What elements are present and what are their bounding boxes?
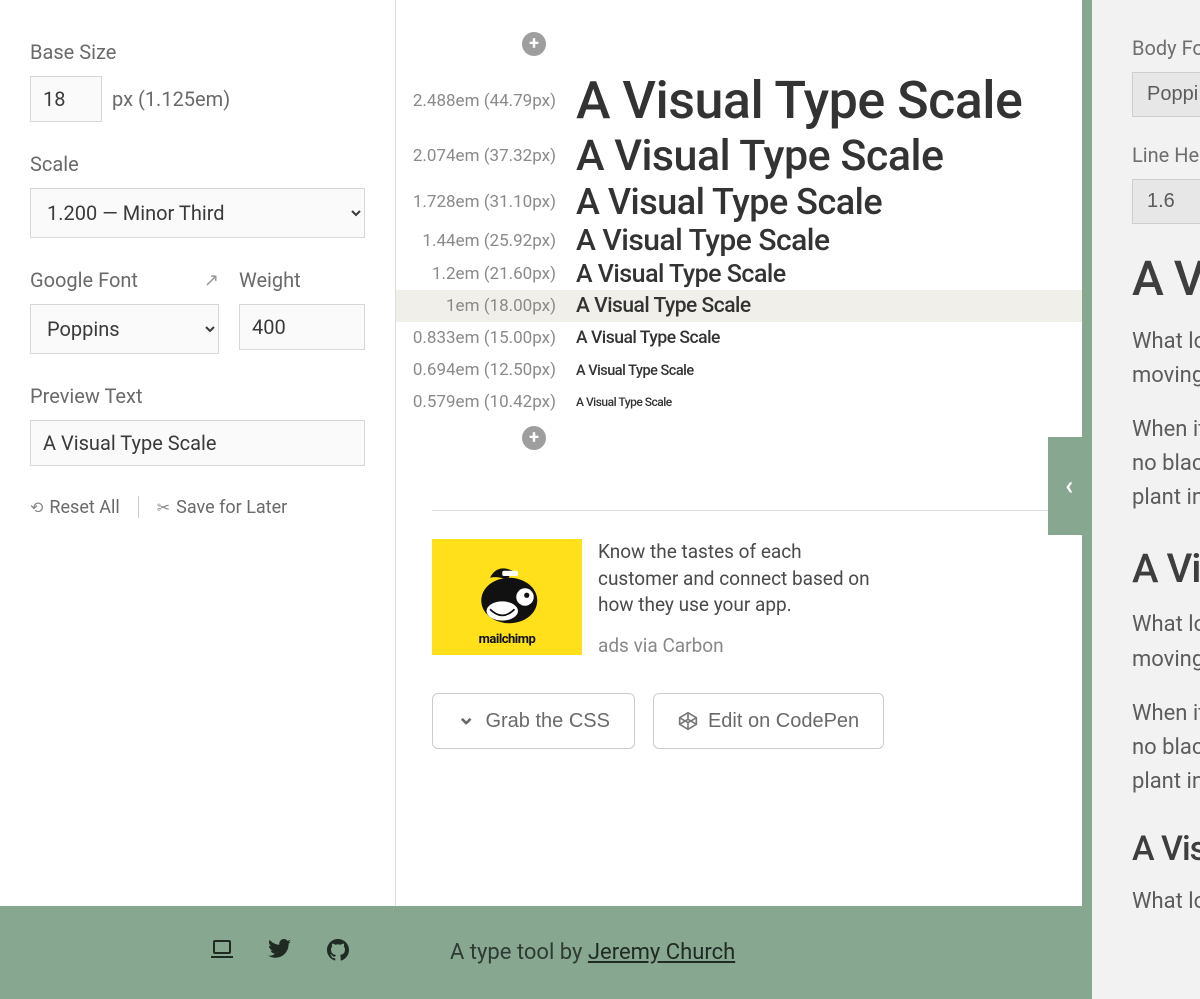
- preview-side-panel: Body Fo Line Hei A Vi What lomoving When…: [1082, 0, 1200, 999]
- preview-text-label: Preview Text: [30, 384, 365, 408]
- add-step-top-button[interactable]: +: [522, 32, 546, 56]
- scale-row[interactable]: 1.44em (25.92px) A Visual Type Scale: [396, 223, 1200, 258]
- grab-css-button[interactable]: Grab the CSS: [432, 693, 635, 749]
- base-size-input[interactable]: [30, 76, 102, 122]
- scale-sample: A Visual Type Scale: [576, 181, 882, 223]
- preview-text-input[interactable]: [30, 420, 365, 466]
- scale-row[interactable]: 0.694em (12.50px) A Visual Type Scale: [396, 354, 1200, 386]
- scale-sample: A Visual Type Scale: [576, 260, 786, 289]
- scale-row[interactable]: 2.488em (44.79px) A Visual Type Scale: [396, 70, 1200, 131]
- scale-select[interactable]: 1.200 — Minor Third: [30, 188, 365, 238]
- google-font-label: Google Font: [30, 268, 138, 292]
- scale-row[interactable]: 0.579em (10.42px) A Visual Type Scale: [396, 386, 1200, 418]
- save-later-button[interactable]: Save for Later: [157, 497, 287, 518]
- scale-sample: A Visual Type Scale: [576, 223, 830, 258]
- scale-meta: 0.833em (15.00px): [396, 322, 556, 354]
- ad-via: ads via Carbon: [598, 633, 878, 660]
- edit-codepen-button[interactable]: Edit on CodePen: [653, 693, 884, 749]
- scale-row[interactable]: 0.833em (15.00px) A Visual Type Scale: [396, 322, 1200, 354]
- chevron-left-icon: ‹: [1065, 471, 1073, 501]
- preview-heading-2: A Vi: [1132, 545, 1200, 592]
- scale-row[interactable]: 1.2em (21.60px) A Visual Type Scale: [396, 258, 1200, 290]
- ad-text: Know the tastes of each customer and con…: [598, 539, 878, 619]
- base-size-hint: px (1.125em): [112, 87, 230, 111]
- chevron-down-icon: [457, 708, 475, 734]
- preview-heading-3: A Vis: [1132, 829, 1200, 869]
- preview-heading-1: A Vi: [1132, 250, 1200, 307]
- reset-all-button[interactable]: Reset All: [30, 497, 120, 518]
- external-link-icon[interactable]: ↗: [204, 270, 219, 291]
- weight-label: Weight: [239, 268, 365, 292]
- body-font-label: Body Fo: [1132, 36, 1200, 60]
- side-panel-toggle[interactable]: ‹: [1048, 437, 1090, 535]
- scale-meta: 1em (18.00px): [396, 290, 556, 322]
- scale-sample: A Visual Type Scale: [576, 362, 694, 379]
- scale-meta: 2.074em (37.32px): [396, 140, 556, 172]
- weight-input[interactable]: [239, 304, 365, 350]
- codepen-icon: [678, 711, 698, 731]
- footer: A type tool by Jeremy Church: [0, 906, 1082, 999]
- base-size-label: Base Size: [30, 40, 365, 64]
- scale-meta: 2.488em (44.79px): [396, 85, 556, 117]
- github-icon[interactable]: [326, 939, 350, 967]
- laptop-icon[interactable]: [210, 939, 234, 967]
- twitter-icon[interactable]: [268, 939, 292, 967]
- scale-sample: A Visual Type Scale: [576, 328, 720, 348]
- scale-sample: A Visual Type Scale: [576, 131, 944, 181]
- scale-meta: 1.44em (25.92px): [396, 225, 556, 257]
- scale-meta: 0.694em (12.50px): [396, 354, 556, 386]
- add-step-bottom-button[interactable]: +: [522, 426, 546, 450]
- line-height-label: Line Hei: [1132, 143, 1200, 167]
- footer-text: A type tool by Jeremy Church: [450, 940, 735, 965]
- scale-sample: A Visual Type Scale: [576, 395, 672, 409]
- scale-sample: A Visual Type Scale: [576, 70, 1022, 131]
- scissors-icon: [157, 497, 170, 518]
- scale-row[interactable]: 1em (18.00px) A Visual Type Scale: [396, 290, 1200, 322]
- divider: [138, 496, 139, 518]
- line-height-input[interactable]: [1132, 179, 1200, 224]
- scale-row[interactable]: 1.728em (31.10px) A Visual Type Scale: [396, 181, 1200, 223]
- carbon-ad[interactable]: mailchimp Know the tastes of each custom…: [396, 539, 1200, 659]
- ad-brand: mailchimp: [432, 632, 582, 647]
- body-font-input[interactable]: [1132, 72, 1200, 117]
- scale-row[interactable]: 2.074em (37.32px) A Visual Type Scale: [396, 131, 1200, 181]
- scale-sample: A Visual Type Scale: [576, 294, 751, 318]
- scale-meta: 1.728em (31.10px): [396, 186, 556, 218]
- reset-icon: [30, 497, 43, 518]
- scale-meta: 0.579em (10.42px): [396, 386, 556, 418]
- google-font-select[interactable]: Poppins: [30, 304, 219, 354]
- ad-image: mailchimp: [432, 539, 582, 655]
- author-link[interactable]: Jeremy Church: [588, 940, 735, 965]
- controls-sidebar: Base Size px (1.125em) Scale 1.200 — Min…: [0, 0, 396, 999]
- scale-label: Scale: [30, 152, 365, 176]
- scale-meta: 1.2em (21.60px): [396, 258, 556, 290]
